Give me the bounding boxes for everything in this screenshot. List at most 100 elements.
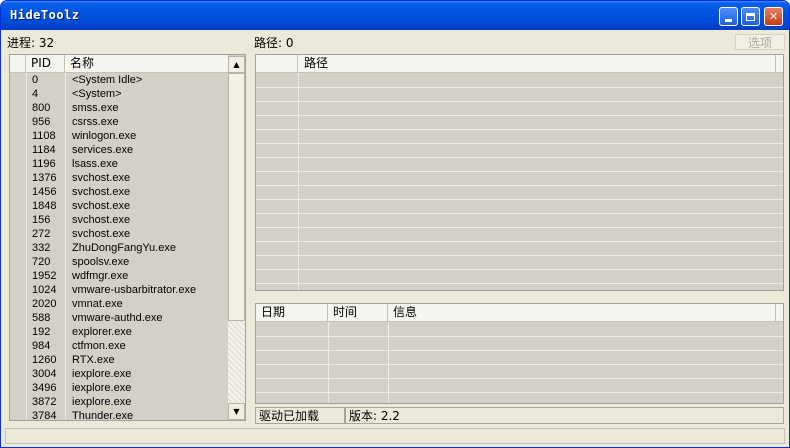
process-name: vmnat.exe xyxy=(72,298,123,310)
maximize-icon xyxy=(746,12,755,21)
grid-divider xyxy=(26,73,27,420)
table-row[interactable]: 984 ctfmon.exe xyxy=(10,339,229,353)
grid-line xyxy=(256,143,783,144)
driver-status: 驱动已加载 xyxy=(255,407,345,424)
table-row[interactable]: 720 spoolsv.exe xyxy=(10,255,229,269)
table-row[interactable]: 1456 svchost.exe xyxy=(10,185,229,199)
process-name: lsass.exe xyxy=(72,158,118,170)
column-header-path-index[interactable] xyxy=(256,55,298,72)
grid-line xyxy=(256,378,783,379)
process-name: services.exe xyxy=(72,144,134,156)
process-pid: 3784 xyxy=(32,410,57,421)
grid-line xyxy=(256,241,783,242)
table-row[interactable]: 3496 iexplore.exe xyxy=(10,381,229,395)
table-row[interactable]: 1848 svchost.exe xyxy=(10,199,229,213)
minimize-icon xyxy=(725,19,732,22)
path-list[interactable]: 路径 xyxy=(255,54,784,291)
process-pid: 2020 xyxy=(32,298,57,310)
minimize-button[interactable] xyxy=(719,7,738,26)
maximize-button[interactable] xyxy=(741,7,760,26)
table-row[interactable]: 332 ZhuDongFangYu.exe xyxy=(10,241,229,255)
process-pid: 1952 xyxy=(32,270,57,282)
table-row[interactable]: 956 csrss.exe xyxy=(10,115,229,129)
path-count-label: 路径: 0 xyxy=(254,36,294,50)
column-header-path[interactable]: 路径 xyxy=(298,55,776,72)
grid-line xyxy=(256,227,783,228)
table-row[interactable]: 272 svchost.exe xyxy=(10,227,229,241)
table-row[interactable]: 1108 winlogon.exe xyxy=(10,129,229,143)
grid-line xyxy=(256,185,783,186)
process-name: svchost.exe xyxy=(72,186,131,198)
path-list-header: 路径 xyxy=(256,55,783,73)
process-name: winlogon.exe xyxy=(72,130,137,142)
table-row[interactable]: 3872 iexplore.exe xyxy=(10,395,229,409)
process-name: svchost.exe xyxy=(72,228,131,240)
process-pid: 720 xyxy=(32,256,51,268)
process-pid: 1196 xyxy=(32,158,56,170)
window-title: HideToolz xyxy=(10,8,80,22)
table-row[interactable]: 3784 Thunder.exe xyxy=(10,409,229,421)
column-header-pid[interactable]: PID xyxy=(26,55,65,72)
column-header-time[interactable]: 时间 xyxy=(328,304,388,321)
process-pid: 272 xyxy=(32,228,51,240)
grid-line xyxy=(256,213,783,214)
process-pid: 588 xyxy=(32,312,51,324)
process-name: <System Idle> xyxy=(72,74,143,86)
table-row[interactable]: 1196 lsass.exe xyxy=(10,157,229,171)
scroll-thumb[interactable] xyxy=(228,73,245,321)
process-name: Thunder.exe xyxy=(72,410,134,421)
process-pid: 800 xyxy=(32,102,51,114)
table-row[interactable]: 588 vmware-authd.exe xyxy=(10,311,229,325)
log-list[interactable]: 日期 时间 信息 xyxy=(255,303,784,404)
table-row[interactable]: 156 svchost.exe xyxy=(10,213,229,227)
grid-divider xyxy=(388,322,389,403)
grid-line xyxy=(256,364,783,365)
process-pid: 156 xyxy=(32,214,51,226)
process-name: iexplore.exe xyxy=(72,368,132,380)
table-row[interactable]: 0 <System Idle> xyxy=(10,73,229,87)
process-list-scrollbar[interactable]: ▲ ▼ xyxy=(228,56,245,420)
process-list[interactable]: PID 名称 0 <System Idle> 4 <System> 800 smss.ex… xyxy=(9,54,246,421)
process-pid: 1376 xyxy=(32,172,57,184)
table-row[interactable]: 800 smss.exe xyxy=(10,101,229,115)
scroll-down-button[interactable]: ▼ xyxy=(228,403,245,420)
table-row[interactable]: 1184 services.exe xyxy=(10,143,229,157)
grid-line xyxy=(256,392,783,393)
process-pid: 1260 xyxy=(32,354,57,366)
scroll-up-button[interactable]: ▲ xyxy=(228,56,245,73)
version-status: 版本: 2.2 xyxy=(345,407,784,424)
process-pid: 1848 xyxy=(32,200,57,212)
column-header-name[interactable]: 名称 xyxy=(65,55,229,72)
table-row[interactable]: 1952 wdfmgr.exe xyxy=(10,269,229,283)
process-name: csrss.exe xyxy=(72,116,119,128)
process-name: svchost.exe xyxy=(72,214,131,226)
close-button[interactable]: ✕ xyxy=(764,7,783,26)
process-count-label: 进程: 32 xyxy=(7,36,55,50)
process-name: vmware-authd.exe xyxy=(72,312,163,324)
arrow-up-icon: ▲ xyxy=(233,60,240,69)
table-row[interactable]: 1024 vmware-usbarbitrator.exe xyxy=(10,283,229,297)
grid-line xyxy=(256,115,783,116)
table-row[interactable]: 192 explorer.exe xyxy=(10,325,229,339)
grid-line xyxy=(256,350,783,351)
table-row[interactable]: 3004 iexplore.exe xyxy=(10,367,229,381)
process-name: ZhuDongFangYu.exe xyxy=(72,242,176,254)
table-row[interactable]: 1260 RTX.exe xyxy=(10,353,229,367)
grid-line xyxy=(256,283,783,284)
process-pid: 984 xyxy=(32,340,51,352)
table-row[interactable]: 2020 vmnat.exe xyxy=(10,297,229,311)
process-pid: 1024 xyxy=(32,284,57,296)
options-button[interactable]: 选项 xyxy=(735,34,785,50)
close-icon: ✕ xyxy=(768,10,779,23)
table-row[interactable]: 1376 svchost.exe xyxy=(10,171,229,185)
process-name: svchost.exe xyxy=(72,200,131,212)
table-row[interactable]: 4 <System> xyxy=(10,87,229,101)
grid-line xyxy=(256,87,783,88)
column-header-info[interactable]: 信息 xyxy=(388,304,776,321)
process-name: vmware-usbarbitrator.exe xyxy=(72,284,197,296)
process-name: spoolsv.exe xyxy=(72,256,130,268)
process-pid: 332 xyxy=(32,242,51,254)
title-bar[interactable]: HideToolz ✕ xyxy=(1,1,789,30)
column-header-date[interactable]: 日期 xyxy=(256,304,328,321)
main-window: HideToolz ✕ 进程: 32 路径: 0 选项 PID 名称 0 <Sys… xyxy=(0,0,790,448)
